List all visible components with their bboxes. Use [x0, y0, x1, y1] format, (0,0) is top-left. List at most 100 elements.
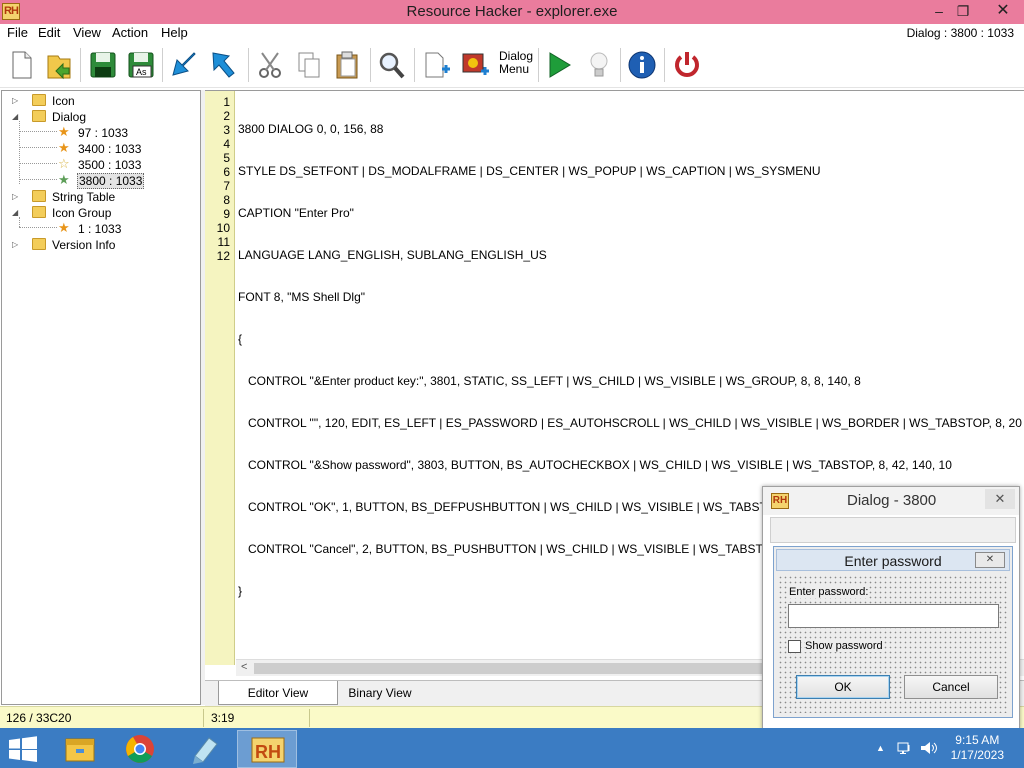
line-number: 4 [223, 137, 230, 151]
windows-start-icon[interactable] [8, 736, 38, 762]
tree-node-label: Icon Group [52, 206, 112, 220]
arrow-down-left-icon [172, 52, 196, 76]
cancel-button[interactable]: Cancel [904, 675, 998, 699]
tree-node-version-info[interactable]: ▷ Version Info [12, 237, 192, 253]
scrollbar-thumb[interactable] [254, 663, 764, 674]
password-dialog: Enter password ✕ Enter password: Show pa… [773, 546, 1013, 718]
dialog-preview-toolbar [770, 517, 1016, 543]
taskbar-chrome[interactable] [110, 730, 170, 768]
star-outline-icon: ☆ [58, 156, 70, 171]
new-file-button[interactable] [4, 47, 38, 83]
tree-node-label: 1 : 1033 [78, 222, 122, 236]
close-button[interactable]: ✕ [986, 0, 1020, 22]
clipboard-icon [336, 51, 358, 79]
expand-icon[interactable]: ▷ [12, 96, 18, 105]
about-button[interactable] [625, 47, 659, 83]
collapse-icon[interactable]: ◢ [12, 208, 18, 217]
add-image-resource-button[interactable] [459, 47, 493, 83]
taskbar-file-explorer[interactable] [50, 730, 110, 768]
dialog-preview-title: Dialog - 3800 [847, 492, 937, 509]
expand-icon[interactable]: ▷ [12, 240, 18, 249]
line-number: 1 [223, 95, 230, 109]
tree-node-label: Version Info [52, 238, 116, 252]
tree-node-dialog[interactable]: ◢ Dialog [12, 109, 192, 125]
show-password-checkbox[interactable] [788, 640, 801, 653]
tree-node-string-table[interactable]: ▷ String Table [12, 189, 192, 205]
cut-button[interactable] [254, 47, 288, 83]
find-button[interactable] [375, 47, 409, 83]
dialog-preview-window[interactable]: RH Dialog - 3800 ✕ Enter password ✕ Ente… [762, 486, 1020, 730]
line-number: 12 [216, 249, 230, 263]
menu-action[interactable]: Action [112, 25, 148, 40]
taskbar-clock[interactable]: 9:15 AM 1/17/2023 [951, 733, 1004, 763]
app-logo-icon: RH [771, 493, 789, 509]
tree-node-icon-group[interactable]: ◢ Icon Group [12, 205, 192, 221]
folder-icon [32, 110, 46, 122]
taskbar-notepad[interactable] [175, 730, 235, 768]
line-number: 6 [223, 165, 230, 179]
new-blank-add-icon [425, 52, 450, 78]
tree-node-dialog-3500[interactable]: ☆ 3500 : 1033 [12, 156, 192, 173]
paste-button[interactable] [330, 47, 364, 83]
add-resource-button[interactable] [420, 47, 454, 83]
line-number: 3 [223, 123, 230, 137]
tree-node-dialog-3400[interactable]: ★ 3400 : 1033 [12, 140, 192, 157]
dialog-preview-titlebar[interactable]: RH Dialog - 3800 ✕ [763, 487, 1019, 515]
dialog-menu-line2: Menu [499, 62, 530, 76]
dialog-menu-button[interactable]: Dialog Menu [499, 50, 533, 76]
scroll-left-icon[interactable]: < [241, 661, 247, 673]
taskbar-resource-hacker[interactable]: RH [237, 730, 297, 768]
menu-file[interactable]: File [7, 25, 28, 40]
save-as-button[interactable]: As [124, 47, 158, 83]
file-explorer-icon [65, 738, 95, 762]
network-icon[interactable] [897, 741, 913, 755]
resource-tree[interactable]: ▷ Icon ◢ Dialog ★ 97 : 1033 ★ 3400 : 103… [1, 90, 201, 705]
tree-node-dialog-97[interactable]: ★ 97 : 1033 [12, 124, 192, 141]
password-dialog-titlebar[interactable]: Enter password ✕ [776, 549, 1010, 571]
export-button[interactable] [206, 47, 240, 83]
tab-editor-view[interactable]: Editor View [218, 681, 338, 705]
tab-binary-view[interactable]: Binary View [345, 681, 415, 705]
compile-button[interactable] [542, 47, 576, 83]
hint-button[interactable] [582, 47, 616, 83]
password-dialog-close-button[interactable]: ✕ [975, 552, 1005, 568]
save-button[interactable] [86, 47, 120, 83]
image-add-icon [462, 53, 489, 75]
tree-node-icon[interactable]: ▷ Icon [12, 93, 192, 109]
menu-edit[interactable]: Edit [38, 25, 60, 40]
code-line: { [238, 332, 243, 346]
collapse-icon[interactable]: ◢ [12, 112, 18, 121]
open-file-button[interactable] [42, 47, 76, 83]
tree-node-label: 3500 : 1033 [78, 158, 142, 172]
star-icon: ★ [58, 172, 70, 187]
menu-view[interactable]: View [73, 25, 101, 40]
star-icon: ★ [58, 124, 70, 139]
line-number: 11 [217, 235, 230, 249]
import-button[interactable] [168, 47, 202, 83]
clock-time: 9:15 AM [955, 733, 1000, 747]
star-icon: ★ [58, 220, 70, 235]
tree-node-dialog-3800[interactable]: ★ 3800 : 1033 [12, 172, 192, 189]
line-number: 5 [223, 151, 230, 165]
current-resource-label: Dialog : 3800 : 1033 [906, 26, 1014, 40]
password-input[interactable] [788, 604, 999, 628]
tree-node-icon-group-1[interactable]: ★ 1 : 1033 [12, 220, 192, 237]
title-bar: RH Resource Hacker - explorer.exe – ❐ ✕ [0, 0, 1024, 24]
maximize-button[interactable]: ❐ [948, 0, 978, 22]
expand-icon[interactable]: ▷ [12, 192, 18, 201]
copy-button[interactable] [292, 47, 326, 83]
menu-help[interactable]: Help [161, 25, 188, 40]
tree-node-label: 97 : 1033 [78, 126, 129, 140]
dialog-preview-close-button[interactable]: ✕ [985, 489, 1015, 509]
volume-icon[interactable] [920, 741, 938, 755]
menu-bar: File Edit View Action Help Dialog : 3800… [0, 24, 1024, 42]
exit-button[interactable] [670, 47, 704, 83]
tree-node-label: Dialog [52, 110, 87, 124]
star-icon: ★ [58, 140, 70, 155]
show-password-label[interactable]: Show password [805, 640, 883, 652]
tray-overflow-icon[interactable]: ▲ [876, 743, 885, 753]
ok-button[interactable]: OK [796, 675, 890, 699]
open-folder-icon [47, 55, 71, 80]
line-number-gutter: 1 2 3 4 5 6 7 8 9 10 11 12 [205, 91, 235, 665]
folder-icon [32, 94, 46, 106]
